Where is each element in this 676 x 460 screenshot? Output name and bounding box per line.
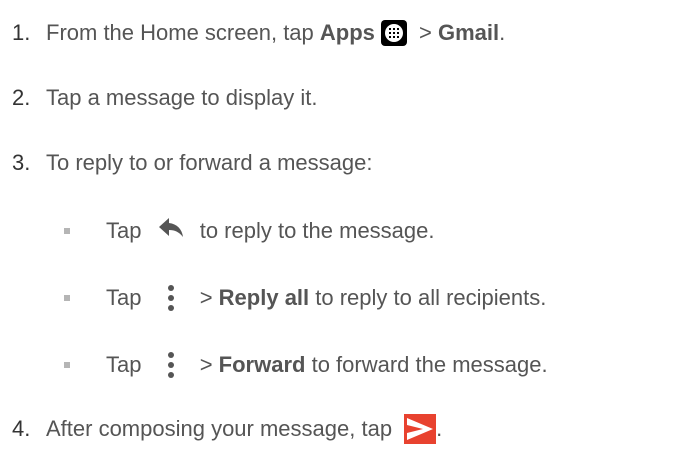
separator: > bbox=[412, 20, 438, 45]
send-icon bbox=[404, 414, 437, 444]
step-text-end: . bbox=[499, 20, 506, 45]
bullet-text: Tap bbox=[106, 218, 148, 243]
bullet-reply-all: Tap > Reply all to reply to all recipien… bbox=[0, 282, 546, 314]
reply-arrow-icon bbox=[158, 215, 184, 247]
separator: > bbox=[193, 352, 219, 377]
bullet-forward: Tap > Forward to forward the message. bbox=[0, 349, 548, 381]
step-2: 2. Tap a message to display it. bbox=[0, 82, 317, 114]
gmail-label: Gmail bbox=[437, 20, 500, 45]
bullet-text-end: to reply to all recipients. bbox=[309, 285, 547, 310]
step-text: From the Home screen, tap bbox=[46, 20, 320, 45]
step-4: 4. After composing your message, tap . bbox=[0, 413, 442, 445]
bullet-marker bbox=[64, 362, 70, 368]
bullet-text-end: to reply to the message. bbox=[193, 218, 435, 243]
step-3: 3. To reply to or forward a message: bbox=[0, 147, 372, 179]
bullet-text-end: to forward the message. bbox=[305, 352, 548, 377]
separator: > bbox=[193, 285, 219, 310]
more-vert-icon bbox=[166, 285, 176, 311]
step-text: After composing your message, tap bbox=[46, 416, 399, 441]
bullet-marker bbox=[64, 295, 70, 301]
bullet-reply: Tap to reply to the message. bbox=[0, 215, 435, 247]
bullet-text: Tap bbox=[106, 285, 148, 310]
step-number: 4. bbox=[12, 416, 31, 441]
forward-label: Forward bbox=[218, 352, 306, 377]
apps-label: Apps bbox=[319, 20, 375, 45]
step-number: 1. bbox=[12, 20, 31, 45]
apps-grid-icon bbox=[380, 20, 407, 46]
step-text: Tap a message to display it. bbox=[46, 85, 318, 110]
step-1: 1. From the Home screen, tap Apps > Gmai… bbox=[0, 17, 505, 49]
step-number: 2. bbox=[12, 85, 31, 110]
step-text-end: . bbox=[436, 416, 443, 441]
bullet-marker bbox=[64, 228, 70, 234]
bullet-text: Tap bbox=[106, 352, 148, 377]
more-vert-icon bbox=[166, 352, 176, 378]
step-text: To reply to or forward a message: bbox=[46, 150, 373, 175]
step-number: 3. bbox=[12, 150, 31, 175]
reply-all-label: Reply all bbox=[218, 285, 310, 310]
